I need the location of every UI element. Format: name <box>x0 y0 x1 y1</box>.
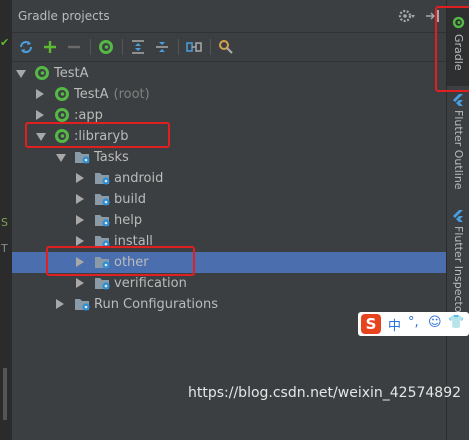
expand-all-icon[interactable] <box>128 37 148 57</box>
tab-flutter-inspector[interactable]: Flutter Inspector <box>447 208 469 318</box>
gradle-icon <box>34 65 51 82</box>
tree-node-text: TestA <box>74 87 109 102</box>
toolbar-separator <box>210 39 211 55</box>
collapse-arrow-icon[interactable] <box>76 236 84 246</box>
editor-glyph-s: S <box>1 216 8 229</box>
annotation-box-gradle-tab <box>435 6 469 92</box>
flutter-icon <box>453 210 463 222</box>
collapse-arrow-icon[interactable] <box>36 110 44 120</box>
toolbar-separator <box>178 39 179 55</box>
tool-window-title: Gradle projects <box>18 9 110 23</box>
settings-icon[interactable] <box>216 37 236 57</box>
tree-node[interactable]: help <box>12 210 446 231</box>
toolbar-separator <box>122 39 123 55</box>
tree-node-label: verification <box>114 273 187 294</box>
tree-node-label: Tasks <box>94 147 129 168</box>
tree-node-text: :app <box>74 108 103 123</box>
editor-scrollbar[interactable] <box>3 368 7 420</box>
tree-node-label: Run Configurations <box>94 294 218 315</box>
ime-skin-button[interactable]: 👕 <box>448 315 464 330</box>
ime-punctuation-toggle[interactable]: °, <box>408 315 419 330</box>
tree-node-text: Tasks <box>94 150 129 165</box>
collapse-arrow-icon[interactable] <box>76 194 84 204</box>
ime-language-toggle[interactable]: 中 <box>388 315 401 334</box>
tab-flutter-outline-label: Flutter Outline <box>452 110 465 190</box>
editor-glyph-t: T <box>1 242 8 255</box>
remove-icon[interactable] <box>64 37 84 57</box>
tree-node-text: Run Configurations <box>94 297 218 312</box>
annotation-box-other <box>46 246 195 276</box>
ime-emoji-button[interactable]: ☺ <box>428 315 442 330</box>
input-method-bar[interactable]: S 中 °, ☺ 👕 <box>358 312 469 336</box>
annotation-box-libraryb <box>25 122 170 148</box>
tree-node-label: TestA <box>54 63 89 84</box>
toolbar <box>12 33 446 62</box>
tree-node[interactable]: Tasks <box>12 147 446 168</box>
tree-node-text: verification <box>114 276 187 291</box>
tree-node[interactable]: verification <box>12 273 446 294</box>
expand-arrow-icon[interactable] <box>56 154 66 162</box>
check-icon: ✔ <box>0 36 10 49</box>
tree-node-label: build <box>114 189 146 210</box>
gradle-icon <box>54 86 71 103</box>
link-icon[interactable] <box>184 37 204 57</box>
collapse-arrow-icon[interactable] <box>76 278 84 288</box>
collapse-arrow-icon[interactable] <box>76 173 84 183</box>
folder-gear-icon <box>94 191 111 208</box>
collapse-arrow-icon[interactable] <box>56 299 64 309</box>
editor-edge: ✔ S T <box>0 0 12 440</box>
collapse-arrow-icon[interactable] <box>76 215 84 225</box>
sogou-logo-icon[interactable]: S <box>361 314 381 334</box>
folder-gear-icon <box>74 296 91 313</box>
add-icon[interactable] <box>40 37 60 57</box>
tree-node-label: help <box>114 210 142 231</box>
folder-gear-icon <box>94 275 111 292</box>
gradle-tool-window: Gradle projects TestA TestA (root):app … <box>12 0 446 440</box>
tree-node-suffix: (root) <box>113 87 150 102</box>
gear-icon[interactable] <box>398 7 416 25</box>
tab-flutter-inspector-label: Flutter Inspector <box>452 226 465 318</box>
collapse-arrow-icon[interactable] <box>36 89 44 99</box>
side-tool-tabs: Gradle Flutter Outline Flutter Inspector <box>435 0 469 440</box>
tree-node[interactable]: TestA <box>12 63 446 84</box>
tree-node-label: TestA (root) <box>74 84 150 105</box>
tree-node-text: help <box>114 213 143 228</box>
tool-window-header: Gradle projects <box>12 0 446 33</box>
watermark-url: https://blog.csdn.net/weixin_42574892 <box>188 385 462 401</box>
gradle-task-icon[interactable] <box>96 37 116 57</box>
tree-node-text: build <box>114 192 146 207</box>
tree-node-label: android <box>114 168 163 189</box>
folder-gear-icon <box>94 212 111 229</box>
folder-gear-icon <box>74 149 91 166</box>
flutter-icon <box>453 94 463 106</box>
tree-node-text: android <box>114 171 164 186</box>
expand-arrow-icon[interactable] <box>16 70 26 78</box>
toolbar-separator <box>90 39 91 55</box>
tree-node[interactable]: TestA (root) <box>12 84 446 105</box>
tab-flutter-outline[interactable]: Flutter Outline <box>447 92 469 192</box>
refresh-icon[interactable] <box>16 37 36 57</box>
tree-node[interactable]: android <box>12 168 446 189</box>
tree-node-text: TestA <box>54 66 89 81</box>
collapse-all-icon[interactable] <box>152 37 172 57</box>
tree-node[interactable]: build <box>12 189 446 210</box>
folder-gear-icon <box>94 170 111 187</box>
